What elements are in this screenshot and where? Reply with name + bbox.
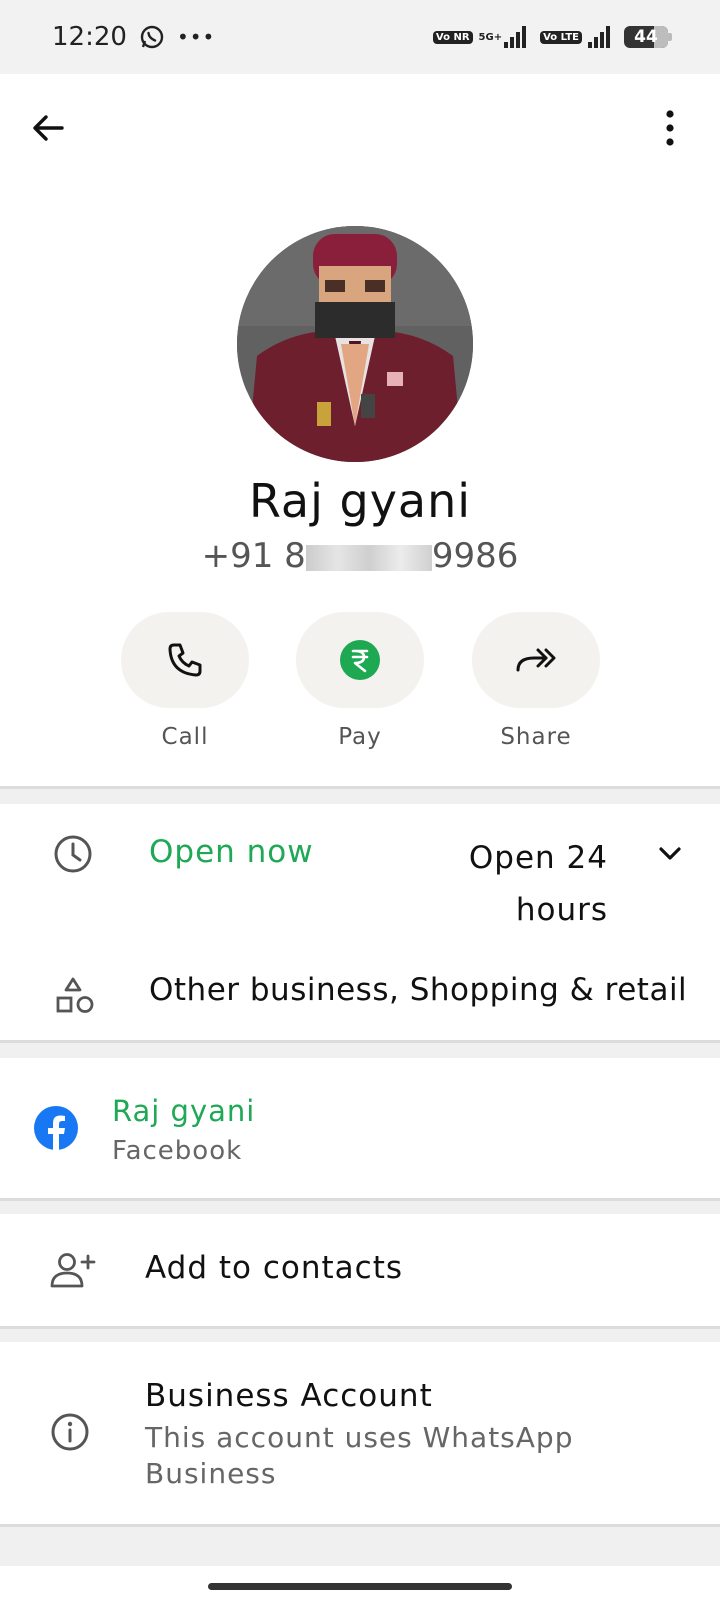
add-to-contacts-button[interactable]: Add to contacts xyxy=(0,1214,720,1326)
phone-redacted xyxy=(305,544,432,571)
business-hours-section[interactable]: Open now Open 24 hours Other business, S… xyxy=(0,804,720,1042)
business-category: Other business, Shopping & retail xyxy=(149,972,688,1008)
business-hours: Open 24 hours xyxy=(440,832,608,936)
facebook-icon xyxy=(34,1106,78,1150)
open-status: Open now xyxy=(149,834,314,870)
volte-nr-icon: Vo NR xyxy=(432,30,473,44)
avatar-image xyxy=(237,226,473,462)
share-label: Share xyxy=(500,724,572,750)
share-button[interactable]: Share xyxy=(472,612,600,750)
phone-suffix: 9986 xyxy=(431,536,519,576)
pay-pill[interactable] xyxy=(296,612,424,708)
business-account-section[interactable]: Business Account This account uses Whats… xyxy=(0,1342,720,1524)
profile-photo[interactable] xyxy=(237,226,473,462)
section-divider xyxy=(0,1524,720,1527)
section-divider xyxy=(0,1040,720,1043)
category-shapes-icon xyxy=(56,977,94,1013)
volte-lte-icon: Vo LTE xyxy=(540,30,582,44)
more-options-button[interactable] xyxy=(660,108,680,148)
facebook-label: Facebook xyxy=(112,1136,243,1166)
share-pill[interactable] xyxy=(472,612,600,708)
rupee-icon xyxy=(340,640,380,680)
phone-prefix: +91 8 xyxy=(201,536,306,576)
arrow-left-icon xyxy=(33,115,64,141)
business-account-description: This account uses WhatsApp Business xyxy=(145,1421,574,1490)
status-bar: 12:20 ••• Vo NR 5G+ Vo LTE 44 xyxy=(0,0,720,74)
facebook-link[interactable]: Raj gyani Facebook xyxy=(0,1058,720,1198)
signal-icon xyxy=(504,26,527,48)
facebook-name: Raj gyani xyxy=(112,1094,256,1128)
info-icon xyxy=(51,1413,89,1451)
more-vert-icon xyxy=(666,110,674,146)
top-app-bar xyxy=(0,74,720,186)
add-person-icon xyxy=(50,1253,96,1288)
hours-line-2: hours xyxy=(515,892,608,928)
pay-label: Pay xyxy=(338,724,382,750)
network-type-label: 5G+ xyxy=(478,31,503,43)
profile-card: Raj gyani +91 8 9986 Call Pay Share xyxy=(0,74,720,786)
back-button[interactable] xyxy=(28,108,68,148)
chevron-down-icon[interactable] xyxy=(656,840,684,868)
phone-icon xyxy=(168,643,202,677)
signal-icon xyxy=(588,26,610,48)
call-label: Call xyxy=(161,724,209,750)
section-divider xyxy=(0,1326,720,1329)
battery-icon: 44 xyxy=(624,26,672,48)
business-account-title: Business Account xyxy=(145,1378,433,1414)
contact-name: Raj gyani xyxy=(248,474,472,528)
call-pill[interactable] xyxy=(121,612,249,708)
clock-icon xyxy=(54,835,92,873)
status-time: 12:20 xyxy=(52,22,127,52)
more-notifications-icon: ••• xyxy=(176,25,216,49)
contact-phone: +91 8 9986 xyxy=(0,536,720,576)
pay-button[interactable]: Pay xyxy=(296,612,424,750)
add-to-contacts-label: Add to contacts xyxy=(145,1250,404,1286)
call-button[interactable]: Call xyxy=(121,612,249,750)
hours-line-1: Open 24 xyxy=(468,840,608,876)
home-indicator[interactable] xyxy=(208,1583,512,1590)
forward-icon xyxy=(516,648,556,672)
section-divider xyxy=(0,786,720,789)
battery-level: 44 xyxy=(634,27,658,47)
section-divider xyxy=(0,1198,720,1201)
whatsapp-icon xyxy=(140,25,164,49)
